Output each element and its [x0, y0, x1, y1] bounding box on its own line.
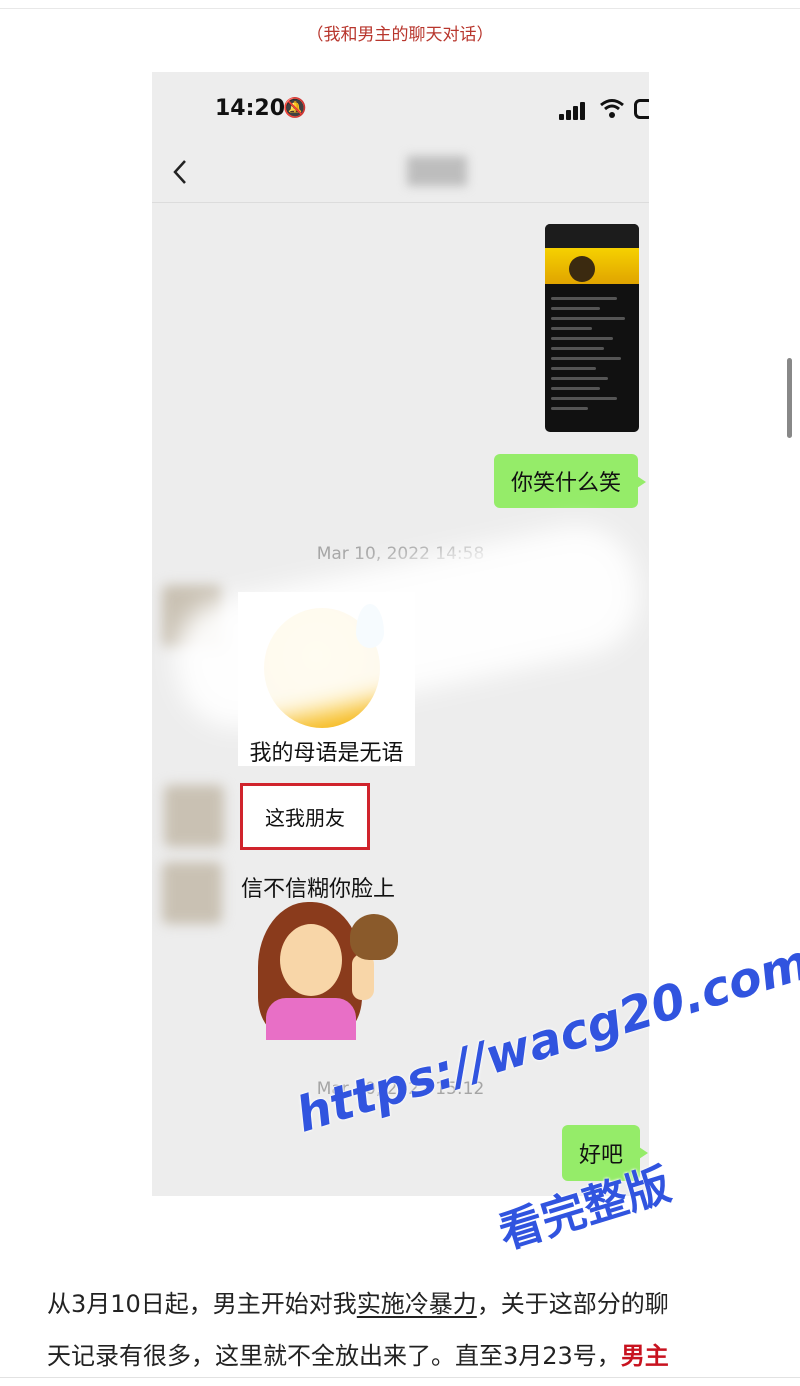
message-bubble-me[interactable]: 你笑什么笑 — [494, 454, 647, 508]
back-chevron-icon[interactable] — [170, 158, 190, 186]
signal-icon — [559, 100, 589, 120]
sticker-message[interactable] — [258, 900, 408, 1040]
poop-emoji-icon — [350, 914, 398, 960]
article-paragraph-line-1: 从3月10日起，男主开始对我实施冷暴力，关于这部分的聊 — [47, 1284, 767, 1319]
face-icon — [280, 924, 342, 996]
battery-icon — [634, 99, 649, 119]
wifi-icon — [600, 99, 624, 118]
top-divider — [0, 8, 800, 9]
image-caption: （我和男主的聊天对话） — [306, 25, 494, 45]
status-bar: 14:20 🔕 — [152, 72, 649, 142]
paragraph-text: 从3月10日起，男主开始对我 — [47, 1290, 357, 1318]
emphasis-text: 男主 — [620, 1342, 669, 1370]
highlighted-message[interactable]: 这我朋友 — [240, 783, 370, 850]
sticker-caption: 我的母语是无语 — [249, 741, 404, 766]
chat-header — [152, 142, 649, 203]
scrollbar-thumb[interactable] — [787, 358, 792, 438]
avatar — [162, 862, 222, 924]
message-text: 这我朋友 — [265, 806, 345, 830]
shirt-icon — [266, 998, 356, 1040]
contact-name-blurred — [407, 156, 467, 186]
paragraph-text: 天记录有很多，这里就不全放出来了。直至3月23号， — [47, 1342, 621, 1370]
hand-icon — [352, 954, 374, 1000]
status-time: 14:20 — [215, 96, 286, 121]
underlined-text: 实施冷暴力 — [356, 1290, 477, 1318]
bottom-divider — [0, 1377, 800, 1378]
article-paragraph-line-2: 天记录有很多，这里就不全放出来了。直至3月23号，男主 — [47, 1336, 767, 1371]
bell-muted-icon: 🔕 — [283, 97, 307, 119]
message-text: 你笑什么笑 — [511, 471, 622, 496]
avatar — [164, 785, 224, 847]
image-message-thumbnail[interactable] — [545, 224, 639, 432]
sticker-caption: 信不信糊你脸上 — [241, 877, 396, 902]
paragraph-text: ，关于这部分的聊 — [476, 1290, 669, 1318]
